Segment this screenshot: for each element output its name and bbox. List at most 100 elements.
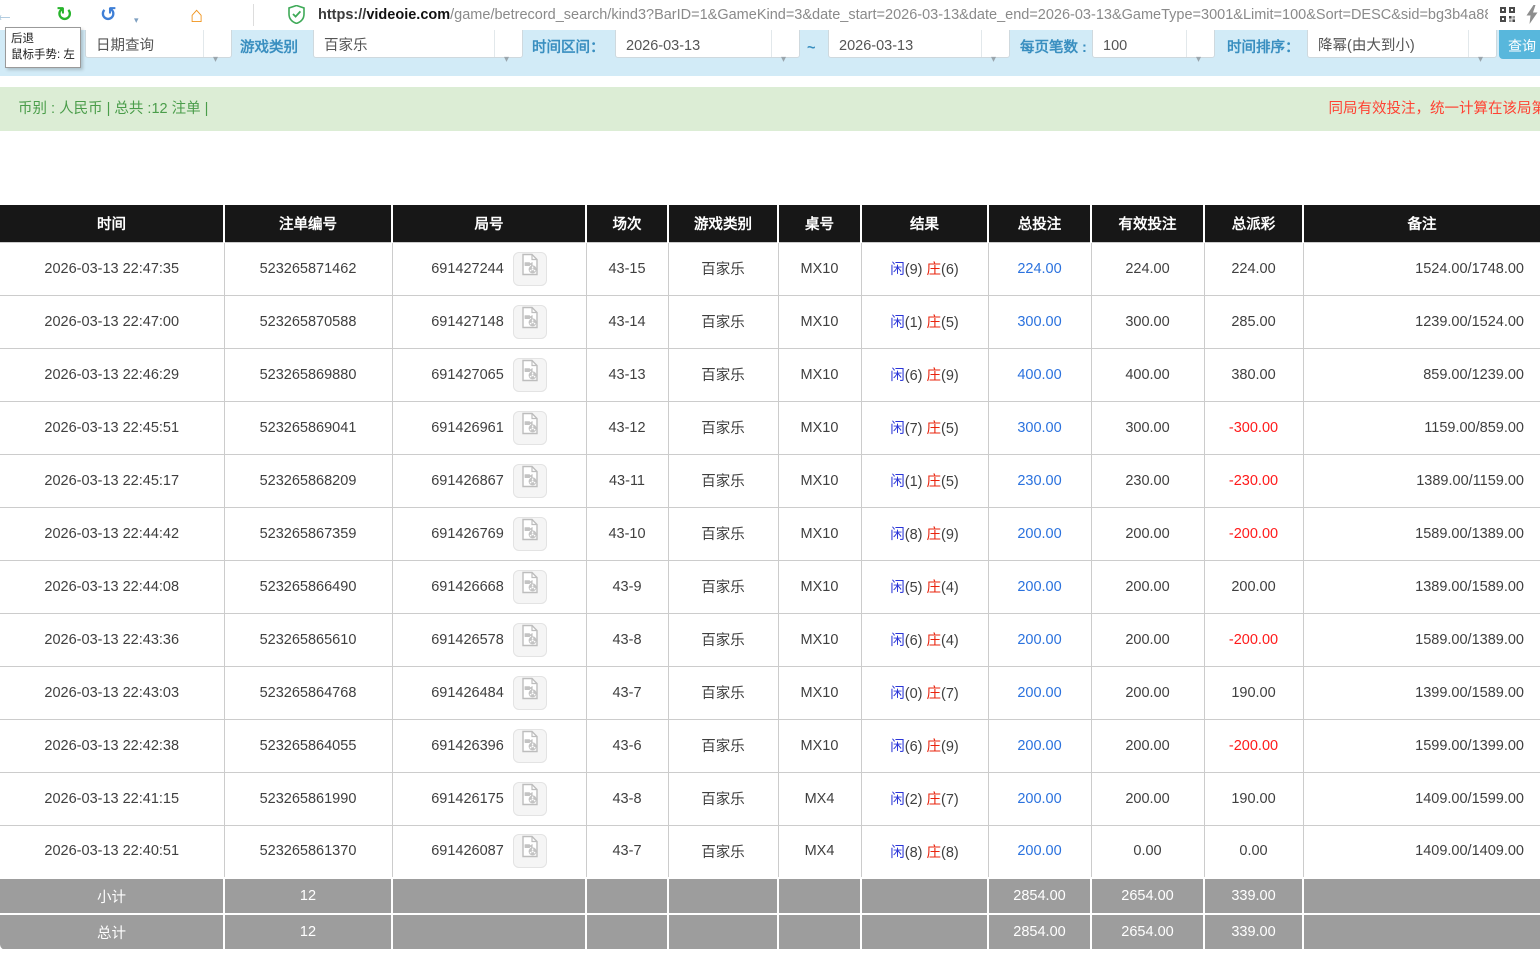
total-bet-link[interactable]: 200.00 [1017, 685, 1061, 701]
table-no-cell: MX10 [778, 666, 861, 719]
total-bet-link[interactable]: 200.00 [1017, 526, 1061, 542]
total-bet-cell: 224.00 [988, 242, 1091, 295]
game-cell: 百家乐 [668, 772, 778, 825]
table-no-cell: MX10 [778, 454, 861, 507]
round-id: 691426961 [431, 420, 504, 436]
refresh-icon[interactable]: ↻ [56, 1, 73, 29]
total-bet-link[interactable]: 300.00 [1017, 314, 1061, 330]
url-scheme: https:// [318, 7, 366, 23]
payout-cell: -300.00 [1204, 401, 1303, 454]
home-icon[interactable]: ⌂ [190, 1, 203, 29]
total-bet-cell: 300.00 [988, 401, 1091, 454]
round-id: 691427148 [431, 314, 504, 330]
total-bet-link[interactable]: 200.00 [1017, 843, 1061, 859]
page-size-value: 100 [1103, 38, 1127, 54]
player-score: (1) [905, 474, 923, 490]
video-replay-button[interactable] [513, 305, 547, 339]
total-bet-link[interactable]: 200.00 [1017, 738, 1061, 754]
subtotal-label: 小计 [0, 878, 224, 914]
undo-icon[interactable]: ↺ [100, 1, 117, 29]
result-cell: 闲(6) 庄(9) [861, 348, 988, 401]
summary-bar: 币别 : 人民币 | 总共 :12 注单 | 同局有效投注，统一计算在该局第 [0, 87, 1540, 131]
round-cell: 691427065 [392, 348, 586, 401]
video-replay-button[interactable] [513, 517, 547, 551]
video-replay-button[interactable] [513, 570, 547, 604]
round-cell: 691427148 [392, 295, 586, 348]
qr-extension-icon[interactable] [1500, 7, 1515, 27]
page-size-select[interactable]: 100 [1092, 28, 1215, 58]
video-replay-button[interactable] [513, 623, 547, 657]
security-shield-icon[interactable] [288, 5, 305, 29]
table-no-cell: MX10 [778, 242, 861, 295]
total-bet-link[interactable]: 224.00 [1017, 261, 1061, 277]
video-replay-button[interactable] [513, 834, 547, 868]
header-time: 时间 [0, 205, 224, 242]
session-cell: 43-8 [586, 772, 668, 825]
total-bet-link[interactable]: 200.00 [1017, 791, 1061, 807]
game-cell: 百家乐 [668, 719, 778, 772]
video-replay-button[interactable] [513, 676, 547, 710]
table-no-cell: MX10 [778, 507, 861, 560]
total-bet-link[interactable]: 200.00 [1017, 579, 1061, 595]
remark-cell: 1239.00/1524.00 [1303, 295, 1540, 348]
header-session: 场次 [586, 205, 668, 242]
video-replay-button[interactable] [513, 411, 547, 445]
game-cell: 百家乐 [668, 560, 778, 613]
valid-bet-cell: 0.00 [1091, 825, 1204, 878]
bet-id-cell: 523265868209 [224, 454, 392, 507]
video-replay-button[interactable] [513, 358, 547, 392]
total-bet-link[interactable]: 300.00 [1017, 420, 1061, 436]
valid-bet-cell: 230.00 [1091, 454, 1204, 507]
video-replay-button[interactable] [513, 252, 547, 286]
table-row: 2026-03-13 22:47:00 523265870588 6914271… [0, 295, 1540, 348]
total-bet-cell: 200.00 [988, 772, 1091, 825]
date-end-select[interactable]: 2026-03-13 [828, 28, 1010, 58]
total-count: 12 [224, 914, 392, 950]
player-score: (5) [905, 580, 923, 596]
round-id: 691426769 [431, 526, 504, 542]
search-button[interactable]: 查询 [1499, 28, 1540, 59]
payout-cell: 285.00 [1204, 295, 1303, 348]
header-result: 结果 [861, 205, 988, 242]
currency-total-text: 币别 : 人民币 | 总共 :12 注单 | [18, 87, 208, 131]
table-no-cell: MX10 [778, 295, 861, 348]
table-no-cell: MX10 [778, 613, 861, 666]
player-score: (6) [905, 368, 923, 384]
video-replay-button[interactable] [513, 464, 547, 498]
round-cell: 691426484 [392, 666, 586, 719]
table-no-cell: MX10 [778, 401, 861, 454]
valid-bet-cell: 200.00 [1091, 613, 1204, 666]
session-cell: 43-15 [586, 242, 668, 295]
header-bet-id: 注单编号 [224, 205, 392, 242]
date-start-value: 2026-03-13 [626, 38, 700, 54]
bet-time-cell: 2026-03-13 22:40:51 [0, 825, 224, 878]
video-replay-button[interactable] [513, 782, 547, 816]
undo-dropdown-caret-icon[interactable]: ▾ [134, 6, 139, 34]
table-row: 2026-03-13 22:46:29 523265869880 6914270… [0, 348, 1540, 401]
total-bet-cell: 200.00 [988, 560, 1091, 613]
total-bet-link[interactable]: 200.00 [1017, 632, 1061, 648]
sort-select[interactable]: 降幂(由大到小) [1307, 28, 1497, 58]
table-footer: 小计 12 2854.00 2654.00 339.00 总计 12 2854.… [0, 878, 1540, 950]
player-label: 闲 [890, 421, 905, 437]
subtotal-payout: 339.00 [1204, 878, 1303, 914]
bet-time-cell: 2026-03-13 22:47:35 [0, 242, 224, 295]
player-label: 闲 [890, 633, 905, 649]
back-icon[interactable]: ← [0, 1, 14, 29]
game-category-select[interactable]: 百家乐 [313, 28, 523, 58]
table-row: 2026-03-13 22:45:51 523265869041 6914269… [0, 401, 1540, 454]
lightning-icon[interactable] [1526, 5, 1538, 29]
banker-score: (4) [941, 580, 959, 596]
total-bet-link[interactable]: 400.00 [1017, 367, 1061, 383]
round-id: 691426087 [431, 843, 504, 859]
address-bar[interactable]: https://videoie.com/game/betrecord_searc… [318, 0, 1488, 30]
header-game: 游戏类别 [668, 205, 778, 242]
date-start-select[interactable]: 2026-03-13 [615, 28, 800, 58]
date-query-select[interactable]: 日期查询 [85, 28, 232, 58]
payout-cell: 224.00 [1204, 242, 1303, 295]
total-bet-link[interactable]: 230.00 [1017, 473, 1061, 489]
valid-bet-cell: 200.00 [1091, 772, 1204, 825]
video-replay-button[interactable] [513, 729, 547, 763]
game-category-value: 百家乐 [324, 38, 368, 54]
bet-time-cell: 2026-03-13 22:45:51 [0, 401, 224, 454]
